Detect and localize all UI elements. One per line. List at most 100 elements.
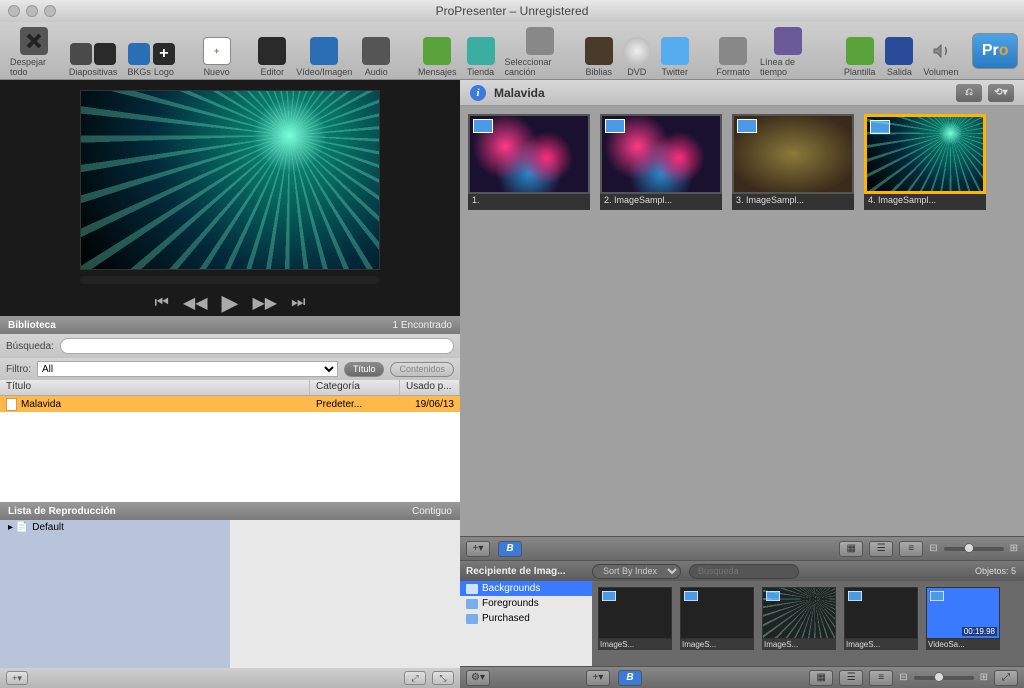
bin-outline-view-button[interactable]: ≡: [869, 670, 893, 686]
col-category[interactable]: Categoría: [310, 380, 400, 395]
document-title: Malavida: [494, 86, 545, 100]
speaker-swirl-icon: [362, 37, 390, 65]
slide-thumbnail[interactable]: 4. ImageSampl...: [864, 114, 986, 210]
new-button[interactable]: + Nuevo: [199, 25, 235, 77]
media-thumbnail[interactable]: ImageS...: [680, 587, 754, 660]
media-thumbnail[interactable]: ImageS...: [762, 587, 836, 660]
media-thumbnail[interactable]: 00:19.98VideoSa...: [926, 587, 1000, 660]
library-search-input[interactable]: [60, 338, 454, 354]
library-row[interactable]: Malavida Predeter... 19/06/13: [0, 396, 460, 412]
bkgs-logo-group: BKGs + Logo: [123, 25, 179, 77]
minimize-window-icon[interactable]: [26, 5, 38, 17]
close-window-icon[interactable]: [8, 5, 20, 17]
library-columns: Título Categoría Usado p...: [0, 380, 460, 396]
list-view-button[interactable]: ☰: [869, 541, 893, 557]
filter-label: Filtro:: [6, 364, 31, 375]
arrangement-button[interactable]: ⎌: [956, 84, 982, 102]
document-plus-icon: +: [203, 37, 231, 65]
col-used[interactable]: Usado p...: [400, 380, 460, 395]
zoom-slider[interactable]: [944, 547, 1004, 551]
media-badge-icon: [848, 591, 862, 601]
loop-button[interactable]: ⟲▾: [988, 84, 1014, 102]
playlist-footer: +▾ ⤢ ⤡: [0, 668, 460, 688]
window-titlebar: ProPresenter – Unregistered: [0, 0, 1024, 22]
skip-end-icon[interactable]: ⏭: [291, 294, 305, 312]
preview-image: [80, 90, 380, 270]
playlist-icon: ▸ 📄: [8, 522, 28, 533]
store-button[interactable]: Tienda: [463, 25, 499, 77]
editor-button[interactable]: Editor: [254, 25, 290, 77]
messages-button[interactable]: Mensajes: [414, 25, 461, 77]
preview-panel: ⏮ ◀◀ ▶ ▶▶ ⏭: [0, 80, 460, 316]
clear-all-button[interactable]: Despejar todo: [6, 25, 63, 77]
library-filter-select[interactable]: All: [37, 361, 338, 377]
document-header: i Malavida ⎌ ⟲▾: [460, 80, 1024, 106]
media-thumbnail[interactable]: ImageS...: [598, 587, 672, 660]
media-thumbnails: ImageS... ImageS... ImageS... ImageS... …: [592, 581, 1024, 666]
cross-icon: [585, 37, 613, 65]
bin-collapse-button[interactable]: ⤢: [994, 670, 1018, 686]
skip-start-icon[interactable]: ⏮: [155, 294, 169, 312]
bin-add-button[interactable]: +▾: [586, 670, 610, 686]
timeline-button[interactable]: Línea de tiempo: [756, 25, 820, 77]
media-badge-icon: [605, 119, 625, 133]
folder-icon: [466, 599, 478, 609]
forward-icon[interactable]: ▶▶: [252, 293, 277, 313]
filter-contents-button[interactable]: Contenidos: [390, 362, 454, 377]
background-toggle-button[interactable]: B: [498, 541, 522, 557]
media-category[interactable]: Backgrounds: [460, 581, 592, 596]
slide-thumbnail[interactable]: 2. ImageSampl...: [600, 114, 722, 210]
playlist-item[interactable]: ▸ 📄 Default: [0, 520, 230, 535]
volume-button[interactable]: Volumen: [919, 25, 962, 77]
add-playlist-button[interactable]: +▾: [6, 671, 28, 685]
media-bin-title: Recipiente de Imag...: [460, 566, 592, 577]
logo-button[interactable]: + Logo: [153, 25, 175, 77]
slide-thumbnail[interactable]: 3. ImageSampl...: [732, 114, 854, 210]
filter-title-button[interactable]: Título: [344, 362, 385, 377]
document-icon: [6, 398, 17, 411]
video-image-button[interactable]: Vídeo/Imagen: [292, 25, 356, 77]
outline-view-button[interactable]: ≡: [899, 541, 923, 557]
grid-view-button[interactable]: ▦: [839, 541, 863, 557]
media-search-input[interactable]: [689, 564, 799, 579]
slide-thumbnail[interactable]: 1.: [468, 114, 590, 210]
bin-grid-view-button[interactable]: ▦: [809, 670, 833, 686]
col-title[interactable]: Título: [0, 380, 310, 395]
sort-select[interactable]: Sort By Index: [592, 564, 681, 579]
bin-list-view-button[interactable]: ☰: [839, 670, 863, 686]
media-badge-icon: [930, 591, 944, 601]
media-badge-icon: [684, 591, 698, 601]
audio-button[interactable]: Audio: [358, 25, 394, 77]
bin-background-button[interactable]: B: [618, 670, 642, 686]
playlist-header: Lista de Reproducción Contiguo: [0, 502, 460, 520]
media-badge-icon: [473, 119, 493, 133]
template-button[interactable]: Plantilla: [840, 25, 880, 77]
bkgs-button[interactable]: BKGs: [127, 25, 151, 77]
rewind-icon[interactable]: ◀◀: [183, 293, 208, 313]
format-button[interactable]: Formato: [712, 25, 754, 77]
output-button[interactable]: Salida: [881, 25, 917, 77]
zoom-window-icon[interactable]: [44, 5, 56, 17]
info-icon[interactable]: i: [470, 85, 486, 101]
playback-scrubber[interactable]: [80, 276, 380, 284]
cart-icon: [467, 37, 495, 65]
expand-left-button[interactable]: ⤢: [404, 671, 426, 685]
media-category[interactable]: Foregrounds: [460, 596, 592, 611]
expand-right-button[interactable]: ⤡: [432, 671, 454, 685]
slides-button[interactable]: Diapositivas: [65, 25, 122, 77]
dvd-button[interactable]: DVD: [619, 25, 655, 77]
bibles-button[interactable]: Biblias: [581, 25, 617, 77]
note-icon: [526, 27, 554, 55]
playlist-content: [230, 520, 460, 668]
media-badge-icon: [602, 591, 616, 601]
contiguous-toggle[interactable]: Contiguo: [412, 506, 452, 517]
twitter-button[interactable]: Twitter: [657, 25, 693, 77]
add-slide-button[interactable]: +▾: [466, 541, 490, 557]
bin-zoom-slider[interactable]: [914, 676, 974, 680]
x-icon: [20, 27, 48, 55]
media-category[interactable]: Purchased: [460, 611, 592, 626]
bin-settings-button[interactable]: ⚙▾: [466, 670, 490, 686]
select-song-button[interactable]: Seleccionar canción: [501, 25, 579, 77]
play-icon[interactable]: ▶: [222, 290, 239, 316]
media-thumbnail[interactable]: ImageS...: [844, 587, 918, 660]
